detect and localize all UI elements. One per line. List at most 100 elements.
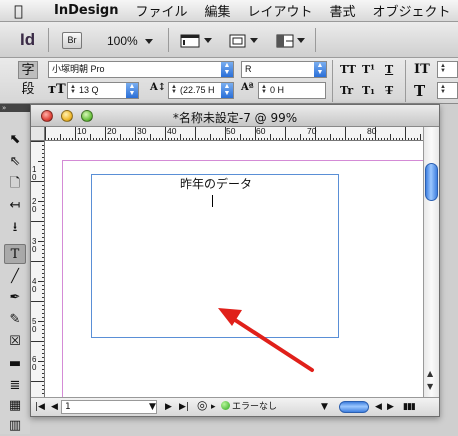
- document-title-bar[interactable]: *名称未設定-7 @ 99%: [31, 105, 439, 127]
- rectangle-frame-tool-icon[interactable]: ☒: [4, 332, 26, 352]
- horizontal-scale-icon[interactable]: T: [414, 82, 425, 100]
- pen-tool-icon[interactable]: ✒: [4, 288, 26, 308]
- ruler-label: 30: [137, 127, 147, 136]
- divider: [315, 28, 316, 52]
- underline-icon[interactable]: T: [385, 63, 393, 76]
- tools-panel: » ⬉ ⇖ 🗋 ↤ ⭳ T ╱ ✒ ✎ ☒ ▬ ≣ ▦ ▥: [0, 104, 30, 434]
- vertical-scrollbar[interactable]: ▲ ▼: [423, 127, 439, 397]
- font-style-value: R: [245, 64, 252, 74]
- screen-mode-button[interactable]: [228, 32, 258, 49]
- menu-layout[interactable]: レイアウト: [248, 1, 313, 20]
- chevron-down-icon[interactable]: ▲ ▼: [221, 83, 233, 98]
- line-tool-icon[interactable]: ╱: [4, 267, 26, 287]
- paragraph-formatting-button[interactable]: 段: [18, 81, 38, 99]
- ruler-label: 3 0: [32, 237, 37, 254]
- first-page-icon[interactable]: |◀: [35, 401, 45, 413]
- next-page-icon[interactable]: ▶: [165, 401, 172, 413]
- font-size-field[interactable]: ▲ ▼ 13 Q ▲ ▼: [67, 82, 139, 99]
- gradient-tool-icon[interactable]: ▥: [4, 416, 26, 436]
- ruler-label: 6 0: [32, 355, 37, 372]
- page-canvas[interactable]: 昨年のデータ: [46, 142, 423, 397]
- panel-collapse-icon[interactable]: »: [0, 104, 30, 112]
- scroll-down-icon[interactable]: ▼: [427, 382, 433, 391]
- ruler-label: 80: [367, 127, 377, 136]
- rectangle-tool-icon[interactable]: ▬: [4, 354, 26, 374]
- preflight-icon[interactable]: ◎: [197, 399, 207, 411]
- tracking-field[interactable]: ▲ ▼ 0 H: [258, 82, 326, 99]
- stepper-icon[interactable]: ▲ ▼: [261, 84, 267, 96]
- ruler-label: 10: [77, 127, 87, 136]
- view-options-icon: [180, 34, 200, 47]
- strikethrough-icon[interactable]: T̶: [385, 84, 393, 97]
- menu-type[interactable]: 書式: [330, 1, 356, 20]
- ruler-label: 4 0: [32, 277, 37, 294]
- page-number-field[interactable]: 1: [61, 400, 157, 414]
- vertical-scale-icon[interactable]: IT: [414, 62, 430, 77]
- subscript-icon[interactable]: T₁: [362, 84, 375, 97]
- menu-app-name[interactable]: InDesign: [54, 3, 118, 18]
- menu-edit[interactable]: 編集: [204, 1, 230, 20]
- preflight-status[interactable]: エラーなし: [221, 401, 277, 413]
- scroll-thumb[interactable]: [425, 163, 438, 201]
- pencil-tool-icon[interactable]: ✎: [4, 310, 26, 330]
- arrange-documents-icon: [276, 34, 294, 47]
- menu-object[interactable]: オブジェクト: [373, 1, 451, 20]
- font-family-field[interactable]: 小塚明朝 Pro ▲ ▼: [48, 61, 234, 78]
- chevron-down-icon[interactable]: ▲ ▼: [126, 83, 138, 98]
- content-collector-icon[interactable]: ⭳: [4, 218, 26, 238]
- selection-tool-icon[interactable]: ⬉: [4, 130, 26, 150]
- small-caps-icon[interactable]: Tr: [340, 84, 353, 97]
- last-page-icon[interactable]: ▶|: [179, 401, 189, 413]
- document-title: *名称未設定-7 @ 99%: [172, 111, 298, 125]
- scissors-tool-icon[interactable]: ≣: [4, 376, 26, 396]
- all-caps-icon[interactable]: TT: [340, 63, 356, 76]
- view-options-button[interactable]: [180, 32, 212, 49]
- bridge-button[interactable]: Br: [62, 32, 82, 49]
- preflight-menu[interactable]: ▸: [211, 401, 216, 413]
- chevron-down-icon[interactable]: ▼: [321, 401, 328, 413]
- arrange-documents-button[interactable]: [275, 32, 305, 49]
- page-tool-icon[interactable]: 🗋: [4, 174, 26, 194]
- zoom-level-dropdown[interactable]: 100%: [107, 34, 154, 48]
- tracking-value: 0 H: [270, 85, 285, 95]
- previous-page-icon[interactable]: ◀: [51, 401, 58, 413]
- type-tool-icon[interactable]: T: [4, 244, 26, 264]
- superscript-icon[interactable]: T¹: [362, 63, 375, 76]
- stepper-icon[interactable]: ▲ ▼: [171, 84, 177, 96]
- chevron-down-icon: [145, 39, 154, 45]
- divider: [405, 60, 406, 102]
- indesign-logo: Id: [20, 30, 36, 49]
- page-number-value: 1: [65, 402, 71, 412]
- scroll-right-icon[interactable]: ▶: [387, 401, 394, 413]
- zoom-value: 100%: [107, 34, 138, 48]
- stepper-icon[interactable]: ▲ ▼: [70, 84, 76, 96]
- scroll-left-icon[interactable]: ◀: [375, 401, 382, 413]
- gap-tool-icon[interactable]: ↤: [4, 196, 26, 216]
- stepper-icon[interactable]: ▲ ▼: [440, 63, 446, 75]
- chevron-down-icon[interactable]: ▼: [149, 401, 156, 413]
- vertical-scale-field[interactable]: ▲ ▼: [437, 61, 458, 78]
- menu-bar:  InDesign ファイル 編集 レイアウト 書式 オブジェクト: [0, 0, 458, 22]
- scroll-up-icon[interactable]: ▲: [427, 369, 433, 378]
- tracking-icon: Aª: [241, 82, 254, 93]
- font-style-field[interactable]: R ▲ ▼: [241, 61, 327, 78]
- stepper-icon[interactable]: ▲ ▼: [440, 84, 446, 96]
- font-size-icon: ᴛT: [48, 82, 66, 97]
- chevron-down-icon[interactable]: ▲ ▼: [221, 62, 233, 77]
- ruler-origin[interactable]: [31, 127, 45, 141]
- screen-mode-icon: [229, 34, 246, 47]
- horizontal-ruler[interactable]: 10 20 30 40 50 60 70 80: [45, 127, 423, 141]
- free-transform-tool-icon[interactable]: ▦: [4, 396, 26, 416]
- apple-icon[interactable]: : [14, 2, 34, 20]
- horizontal-scale-field[interactable]: ▲ ▼: [437, 82, 458, 99]
- horizontal-scroll-thumb[interactable]: [339, 401, 369, 413]
- leading-value: (22.75 H: [180, 85, 215, 95]
- direct-selection-tool-icon[interactable]: ⇖: [4, 152, 26, 172]
- leading-field[interactable]: ▲ ▼ (22.75 H ▲ ▼: [168, 82, 234, 99]
- vertical-ruler[interactable]: 1 0 2 0 3 0 4 0 5 0 6 0: [31, 141, 45, 397]
- resize-grip-icon[interactable]: ▮▮▮: [403, 401, 416, 413]
- character-formatting-button[interactable]: 字: [18, 61, 38, 79]
- divider: [332, 60, 333, 102]
- menu-file[interactable]: ファイル: [135, 1, 187, 20]
- chevron-down-icon[interactable]: ▲ ▼: [314, 62, 326, 77]
